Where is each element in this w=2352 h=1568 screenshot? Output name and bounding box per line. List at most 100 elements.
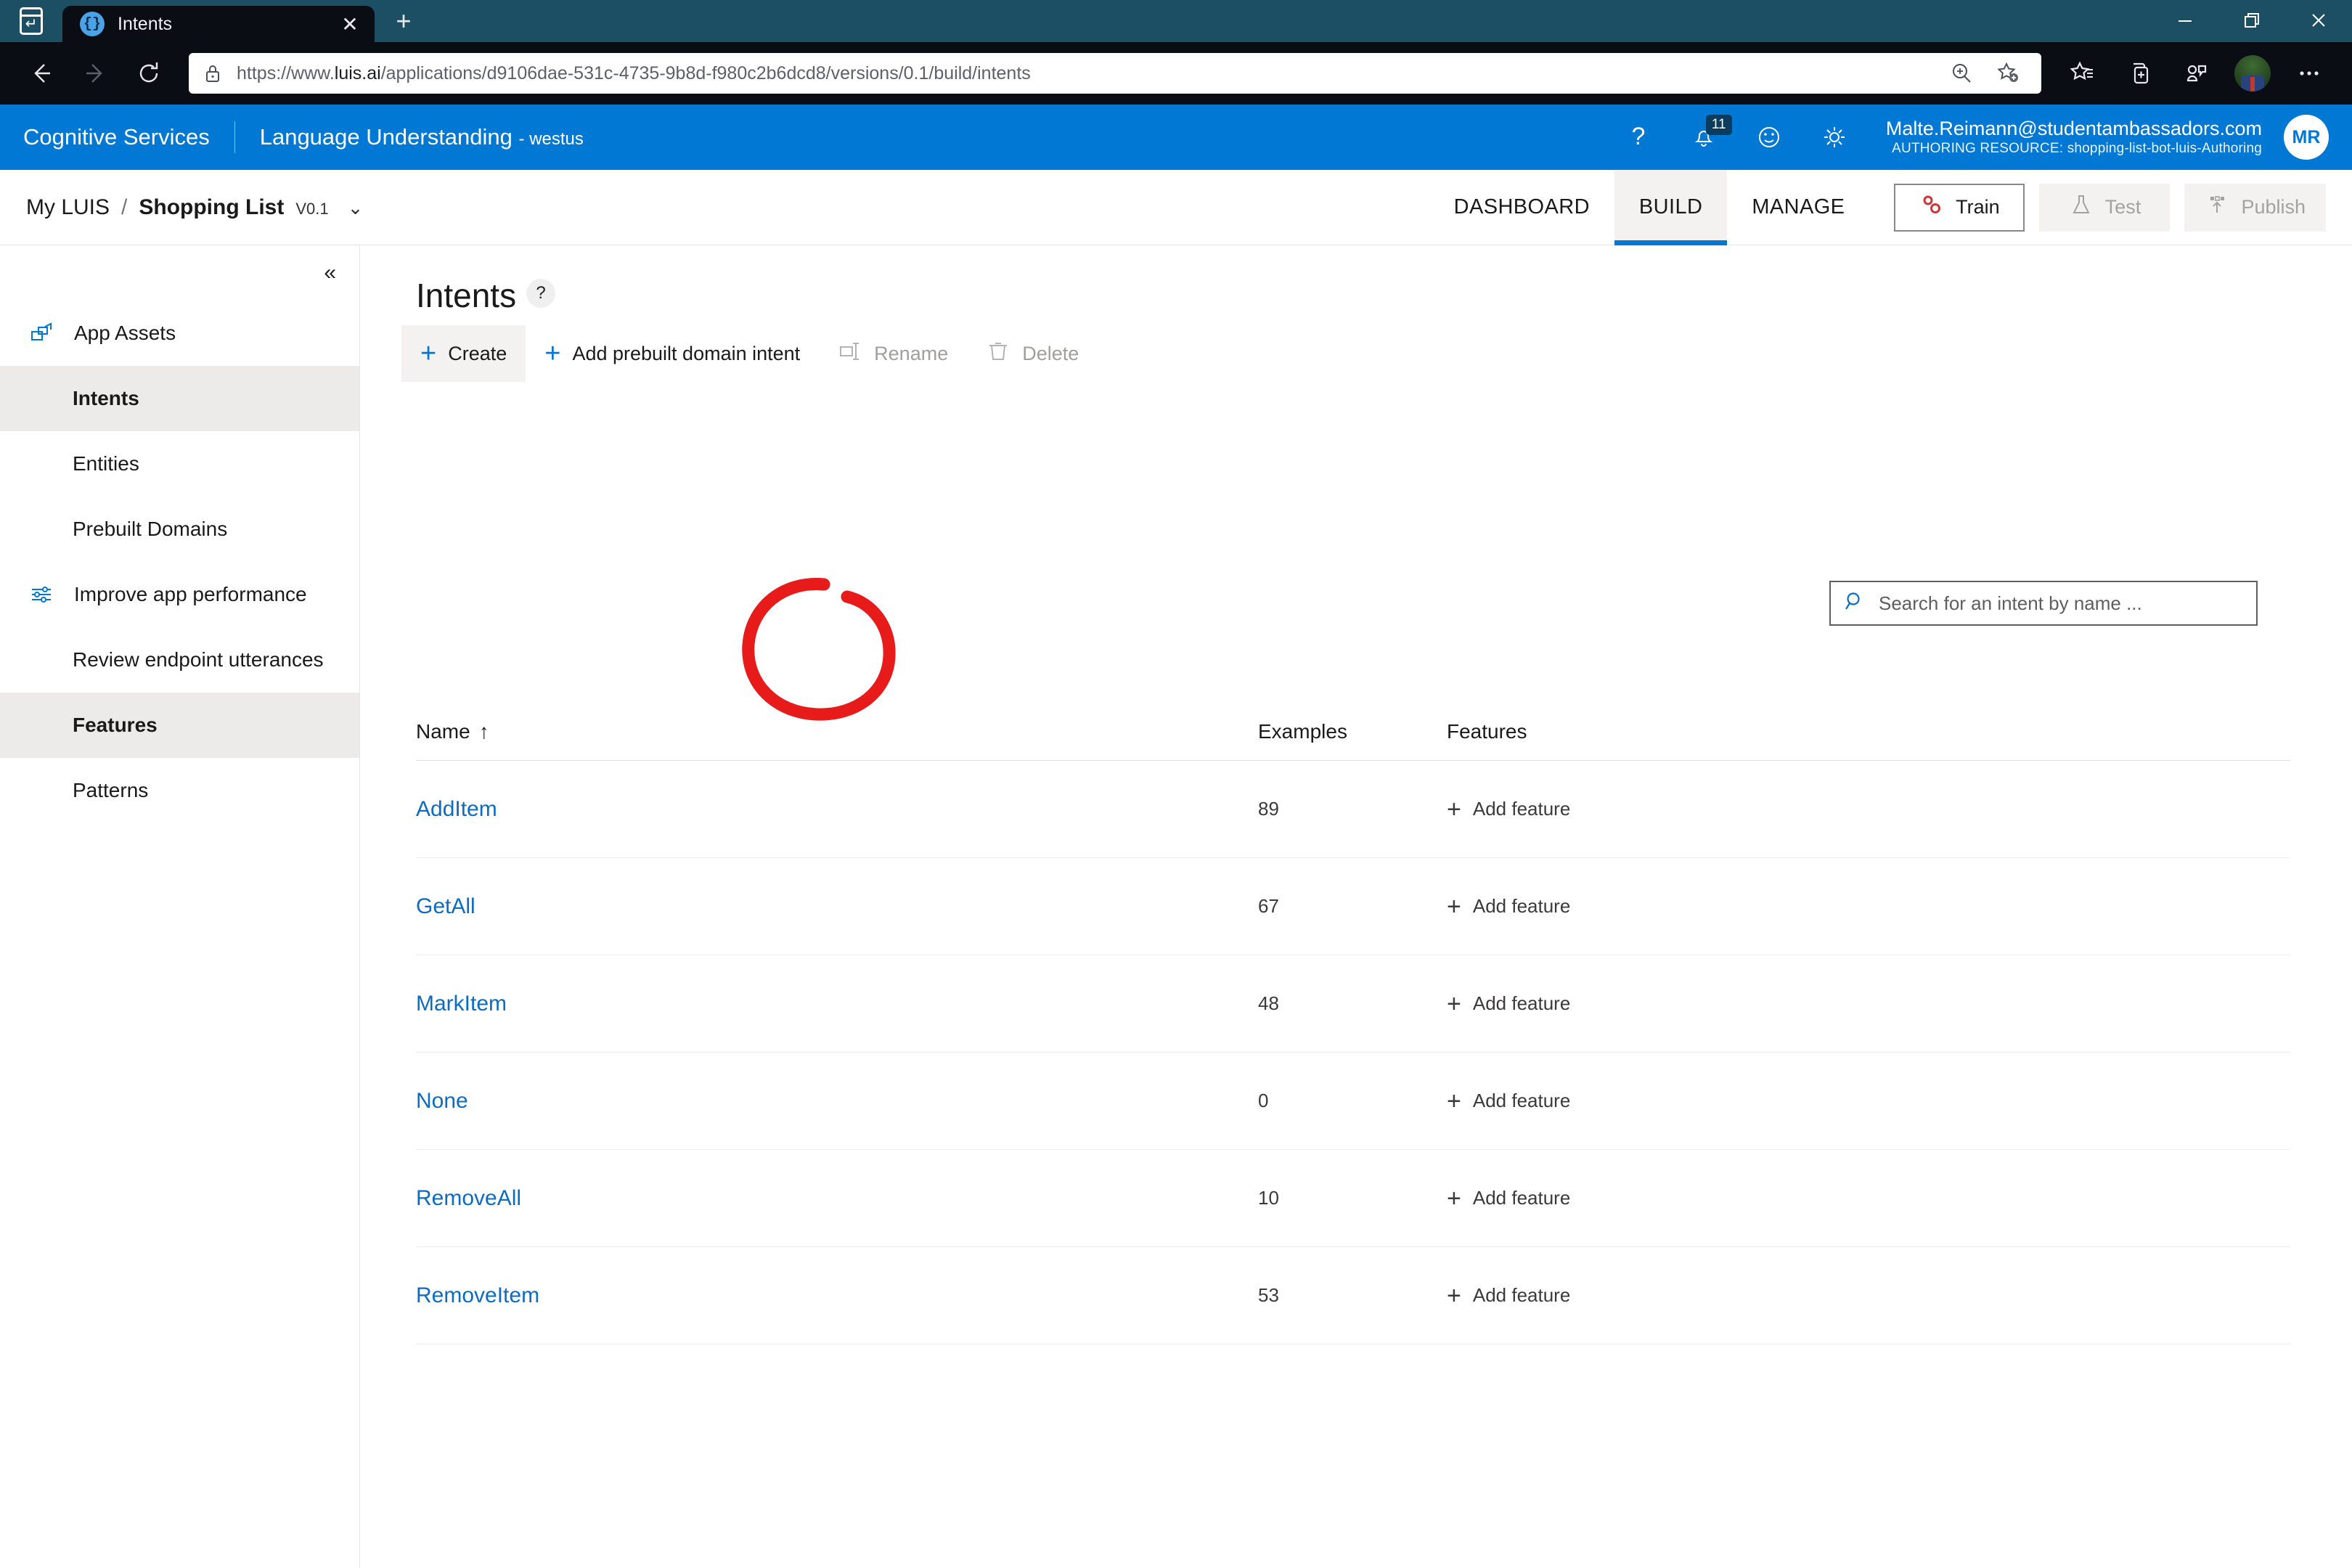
question-mark-icon[interactable]: ?: [526, 279, 555, 308]
sidebar-item-label: Review endpoint utterances: [73, 648, 324, 671]
train-button[interactable]: Train: [1894, 184, 2025, 232]
intent-link[interactable]: None: [416, 1089, 468, 1114]
sidebar-item-label: Entities: [73, 452, 139, 475]
double-chevron-left-icon[interactable]: «: [324, 261, 336, 285]
tab-manage[interactable]: MANAGE: [1727, 170, 1869, 245]
favicon-icon: {}: [80, 12, 105, 36]
chevron-down-icon[interactable]: ⌄: [348, 197, 364, 219]
table-row[interactable]: GetAll 67 +Add feature: [416, 858, 2290, 955]
intent-link[interactable]: RemoveItem: [416, 1283, 539, 1308]
window-controls: [2152, 0, 2352, 41]
add-feature-button[interactable]: +Add feature: [1447, 1186, 2290, 1211]
breadcrumb-app-name[interactable]: Shopping List: [139, 195, 284, 220]
table-row[interactable]: RemoveItem 53 +Add feature: [416, 1247, 2290, 1344]
collections-icon[interactable]: [2111, 45, 2168, 102]
search-input[interactable]: Search for an intent by name ...: [1829, 581, 2258, 626]
sidebar-item-patterns[interactable]: Patterns: [0, 758, 359, 823]
column-header-name[interactable]: Name ↑: [416, 720, 1258, 743]
publish-label: Publish: [2241, 196, 2306, 219]
close-icon[interactable]: ✕: [335, 12, 364, 36]
sidebar-item-label: Features: [73, 714, 158, 737]
add-feature-button[interactable]: +Add feature: [1447, 894, 2290, 919]
table-row[interactable]: RemoveAll 10 +Add feature: [416, 1150, 2290, 1247]
tab-title: Intents: [118, 14, 322, 35]
main-content: Intents ? + Create + Add prebuilt domain…: [361, 245, 2352, 1568]
delete-button[interactable]: Delete: [967, 325, 1098, 382]
intent-link[interactable]: AddItem: [416, 797, 497, 822]
add-feature-label: Add feature: [1473, 895, 1570, 918]
browser-title-bar: {} Intents ✕ +: [0, 0, 2352, 42]
restore-icon[interactable]: [2218, 0, 2285, 41]
table-row[interactable]: MarkItem 48 +Add feature: [416, 955, 2290, 1053]
column-header-features[interactable]: Features: [1447, 720, 2290, 743]
notification-badge: 11: [1706, 115, 1732, 135]
sidebar-item-prebuilt-domains[interactable]: Prebuilt Domains: [0, 497, 359, 562]
examples-count: 67: [1258, 895, 1447, 918]
close-icon[interactable]: [2285, 0, 2352, 41]
add-feature-button[interactable]: +Add feature: [1447, 992, 2290, 1016]
browser-essentials-icon[interactable]: [2168, 45, 2224, 102]
intent-link[interactable]: RemoveAll: [416, 1186, 521, 1211]
sidebar-collapse-row: «: [0, 245, 359, 301]
tab-dashboard[interactable]: DASHBOARD: [1429, 170, 1614, 245]
rename-button[interactable]: Rename: [819, 325, 967, 382]
sort-ascending-icon: ↑: [479, 720, 489, 743]
tab-actions-button[interactable]: [0, 0, 62, 42]
test-button[interactable]: Test: [2039, 184, 2170, 232]
plus-icon: +: [1447, 992, 1461, 1016]
settings-more-icon[interactable]: [2281, 45, 2337, 102]
table-row[interactable]: AddItem 89 +Add feature: [416, 761, 2290, 858]
add-prebuilt-label: Add prebuilt domain intent: [572, 343, 800, 365]
smiley-icon[interactable]: [1739, 105, 1799, 170]
rename-label: Rename: [874, 343, 948, 365]
sidebar-item-label: App Assets: [74, 322, 176, 345]
search-icon: [1844, 590, 1867, 617]
intent-link[interactable]: MarkItem: [416, 992, 507, 1016]
product-label[interactable]: Language Understanding - westus: [260, 124, 584, 150]
table-row[interactable]: None 0 +Add feature: [416, 1053, 2290, 1150]
account-email: Malte.Reimann@studentambassadors.com: [1886, 118, 2262, 141]
add-feature-label: Add feature: [1473, 1090, 1570, 1112]
address-bar[interactable]: https://www.luis.ai/applications/d9106da…: [189, 53, 2041, 94]
flask-icon: [2069, 192, 2094, 222]
back-arrow-icon[interactable]: [15, 46, 68, 100]
favorites-star-list-icon[interactable]: [2054, 45, 2111, 102]
sidebar-item-improve-app-performance[interactable]: Improve app performance: [0, 562, 359, 627]
tab-strip: {} Intents ✕ +: [0, 0, 433, 42]
gear-icon[interactable]: [1805, 105, 1864, 170]
add-feature-button[interactable]: +Add feature: [1447, 797, 2290, 822]
zoom-in-icon[interactable]: [1941, 53, 1982, 94]
app-assets-icon: [26, 317, 58, 349]
add-prebuilt-domain-intent-button[interactable]: + Add prebuilt domain intent: [526, 325, 819, 382]
publish-button[interactable]: Publish: [2184, 184, 2326, 232]
sidebar-item-app-assets[interactable]: App Assets: [0, 301, 359, 366]
add-feature-button[interactable]: +Add feature: [1447, 1283, 2290, 1308]
sidebar-item-intents[interactable]: Intents: [0, 366, 359, 431]
sidebar-item-entities[interactable]: Entities: [0, 431, 359, 497]
sidebar-item-features[interactable]: Features: [0, 693, 359, 758]
plus-icon[interactable]: +: [375, 0, 433, 42]
tab-build[interactable]: BUILD: [1614, 170, 1727, 245]
omnibox-actions: [1941, 53, 2028, 94]
browser-tab[interactable]: {} Intents ✕: [62, 6, 375, 42]
column-header-examples[interactable]: Examples: [1258, 720, 1447, 743]
bell-icon[interactable]: 11: [1674, 105, 1734, 170]
question-mark-icon[interactable]: ?: [1609, 105, 1668, 170]
examples-count: 48: [1258, 992, 1447, 1015]
profile-avatar[interactable]: [2224, 45, 2281, 102]
gears-icon: [1919, 192, 1944, 222]
sidebar-item-review-endpoint-utterances[interactable]: Review endpoint utterances: [0, 627, 359, 693]
app-action-buttons: Train Test Publish: [1894, 184, 2326, 232]
forward-arrow-icon[interactable]: [68, 46, 122, 100]
intents-table: Name ↑ Examples Features AddItem 89 +Add…: [416, 703, 2290, 1344]
reload-icon[interactable]: [122, 46, 176, 100]
minimize-icon[interactable]: [2152, 0, 2218, 41]
avatar[interactable]: MR: [2284, 115, 2329, 160]
intent-link[interactable]: GetAll: [416, 894, 475, 919]
breadcrumb-my-luis[interactable]: My LUIS: [26, 195, 110, 220]
brand-label[interactable]: Cognitive Services: [23, 124, 230, 150]
add-favorite-star-icon[interactable]: [1988, 53, 2028, 94]
account-info[interactable]: Malte.Reimann@studentambassadors.com AUT…: [1886, 118, 2262, 157]
create-button[interactable]: + Create: [401, 325, 526, 382]
add-feature-button[interactable]: +Add feature: [1447, 1089, 2290, 1114]
